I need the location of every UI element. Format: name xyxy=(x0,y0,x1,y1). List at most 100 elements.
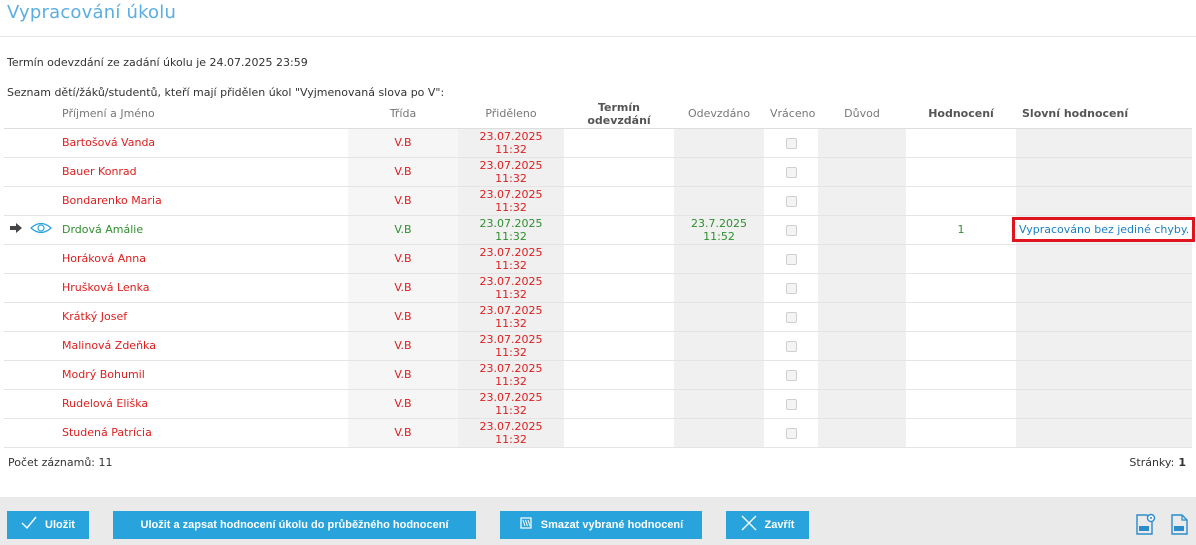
close-button[interactable]: Zavřít xyxy=(726,511,809,539)
grade-cell[interactable] xyxy=(906,157,1016,187)
header-verbal[interactable]: Slovní hodnocení xyxy=(1016,100,1192,129)
row-eye-cell[interactable] xyxy=(24,215,56,245)
grade-cell[interactable] xyxy=(906,331,1016,361)
table-row[interactable]: Horáková Anna V.B 23.07.2025 11:32 xyxy=(4,244,1192,274)
eye-icon[interactable] xyxy=(30,222,52,234)
returned-checkbox[interactable] xyxy=(785,195,797,207)
submitted-date xyxy=(674,360,764,390)
student-name[interactable]: Studená Patrícia xyxy=(56,418,348,448)
verbal-cell[interactable] xyxy=(1016,157,1192,187)
reason-cell xyxy=(818,302,906,332)
assigned-date: 23.07.2025 11:32 xyxy=(458,302,564,332)
deadline-cell xyxy=(564,360,674,390)
table-row[interactable]: Malinová Zdeňka V.B 23.07.2025 11:32 xyxy=(4,331,1192,361)
verbal-cell[interactable] xyxy=(1016,128,1192,158)
student-name[interactable]: Horáková Anna xyxy=(56,244,348,274)
returned-checkbox[interactable] xyxy=(785,137,797,149)
header-deadline[interactable]: Termín odevzdání xyxy=(564,100,674,129)
header-class[interactable]: Třída xyxy=(348,100,458,129)
table-row[interactable]: Studená Patrícia V.B 23.07.2025 11:32 xyxy=(4,418,1192,448)
returned-cell xyxy=(764,273,818,303)
save-and-record-button[interactable]: Uložit a zapsat hodnocení úkolu do průbě… xyxy=(113,511,476,539)
delete-selected-button[interactable]: Smazat vybrané hodnocení xyxy=(500,511,702,539)
submitted-date xyxy=(674,389,764,419)
xls-icon[interactable] xyxy=(1169,512,1191,538)
grade-cell[interactable] xyxy=(906,186,1016,216)
header-returned[interactable]: Vráceno xyxy=(764,100,818,129)
verbal-cell[interactable] xyxy=(1016,244,1192,274)
student-name[interactable]: Bauer Konrad xyxy=(56,157,348,187)
student-class: V.B xyxy=(348,360,458,390)
table-row[interactable]: Drdová Amálie V.B 23.07.2025 11:32 23.7.… xyxy=(4,215,1195,245)
row-arrow-cell xyxy=(4,186,24,216)
verbal-cell[interactable] xyxy=(1016,360,1192,390)
student-class: V.B xyxy=(348,418,458,448)
grade-cell[interactable] xyxy=(906,244,1016,274)
student-name[interactable]: Rudelová Eliška xyxy=(56,389,348,419)
table-row[interactable]: Hrušková Lenka V.B 23.07.2025 11:32 xyxy=(4,273,1192,303)
header-grade[interactable]: Hodnocení xyxy=(906,100,1016,129)
table-row[interactable]: Modrý Bohumil V.B 23.07.2025 11:32 xyxy=(4,360,1192,390)
grade-cell[interactable]: 1 xyxy=(906,215,1016,245)
returned-checkbox[interactable] xyxy=(785,369,797,381)
submitted-date xyxy=(674,244,764,274)
returned-cell xyxy=(764,331,818,361)
student-class: V.B xyxy=(348,128,458,158)
verbal-cell[interactable] xyxy=(1016,389,1192,419)
grade-cell[interactable] xyxy=(906,418,1016,448)
page-number-1[interactable]: 1 xyxy=(1178,456,1186,469)
returned-checkbox[interactable] xyxy=(785,311,797,323)
returned-checkbox[interactable] xyxy=(785,282,797,294)
assigned-date: 23.07.2025 11:32 xyxy=(458,128,564,158)
table-row[interactable]: Bartošová Vanda V.B 23.07.2025 11:32 xyxy=(4,128,1192,158)
returned-checkbox[interactable] xyxy=(785,166,797,178)
table-row[interactable]: Bauer Konrad V.B 23.07.2025 11:32 xyxy=(4,157,1192,187)
student-name[interactable]: Hrušková Lenka xyxy=(56,273,348,303)
grade-cell[interactable] xyxy=(906,302,1016,332)
verbal-evaluation-input[interactable]: Vypracováno bez jediné chyby. xyxy=(1012,217,1195,242)
header-reason[interactable]: Důvod xyxy=(818,100,906,129)
verbal-cell[interactable]: Vypracováno bez jediné chyby. xyxy=(1012,215,1195,245)
header-name[interactable]: Příjmení a Jméno xyxy=(56,100,348,129)
reason-cell xyxy=(818,215,906,245)
table-row[interactable]: Rudelová Eliška V.B 23.07.2025 11:32 xyxy=(4,389,1192,419)
student-class: V.B xyxy=(348,215,458,245)
student-name[interactable]: Krátký Josef xyxy=(56,302,348,332)
verbal-cell[interactable] xyxy=(1016,273,1192,303)
verbal-cell[interactable] xyxy=(1016,302,1192,332)
list-label: Seznam dětí/žáků/studentů, kteří mají př… xyxy=(7,86,445,99)
student-name[interactable]: Malinová Zdeňka xyxy=(56,331,348,361)
xls-settings-icon[interactable] xyxy=(1134,512,1156,538)
reason-cell xyxy=(818,389,906,419)
submitted-date: 23.7.2025 11:52 xyxy=(674,215,764,245)
verbal-cell[interactable] xyxy=(1016,331,1192,361)
returned-checkbox[interactable] xyxy=(785,398,797,410)
returned-checkbox[interactable] xyxy=(785,253,797,265)
header-arrow xyxy=(4,100,24,129)
student-name[interactable]: Drdová Amálie xyxy=(56,215,348,245)
assigned-date: 23.07.2025 11:32 xyxy=(458,418,564,448)
deadline-text: Termín odevzdání ze zadání úkolu je 24.0… xyxy=(7,56,308,69)
student-name[interactable]: Bartošová Vanda xyxy=(56,128,348,158)
returned-checkbox[interactable] xyxy=(785,340,797,352)
header-assigned[interactable]: Přiděleno xyxy=(458,100,564,129)
deadline-cell xyxy=(564,389,674,419)
header-submitted[interactable]: Odevzdáno xyxy=(674,100,764,129)
student-name[interactable]: Modrý Bohumil xyxy=(56,360,348,390)
grade-cell[interactable] xyxy=(906,389,1016,419)
table-row[interactable]: Bondarenko Maria V.B 23.07.2025 11:32 xyxy=(4,186,1192,216)
table-row[interactable]: Krátký Josef V.B 23.07.2025 11:32 xyxy=(4,302,1192,332)
student-name[interactable]: Bondarenko Maria xyxy=(56,186,348,216)
verbal-cell[interactable] xyxy=(1016,418,1192,448)
verbal-cell[interactable] xyxy=(1016,186,1192,216)
grade-cell[interactable] xyxy=(906,128,1016,158)
grade-cell[interactable] xyxy=(906,273,1016,303)
grade-cell[interactable] xyxy=(906,360,1016,390)
returned-checkbox[interactable] xyxy=(785,427,797,439)
returned-checkbox[interactable] xyxy=(785,224,797,236)
row-arrow-cell xyxy=(4,128,24,158)
returned-cell xyxy=(764,128,818,158)
row-eye-cell xyxy=(24,186,56,216)
student-class: V.B xyxy=(348,389,458,419)
save-button[interactable]: Uložit xyxy=(7,511,89,539)
